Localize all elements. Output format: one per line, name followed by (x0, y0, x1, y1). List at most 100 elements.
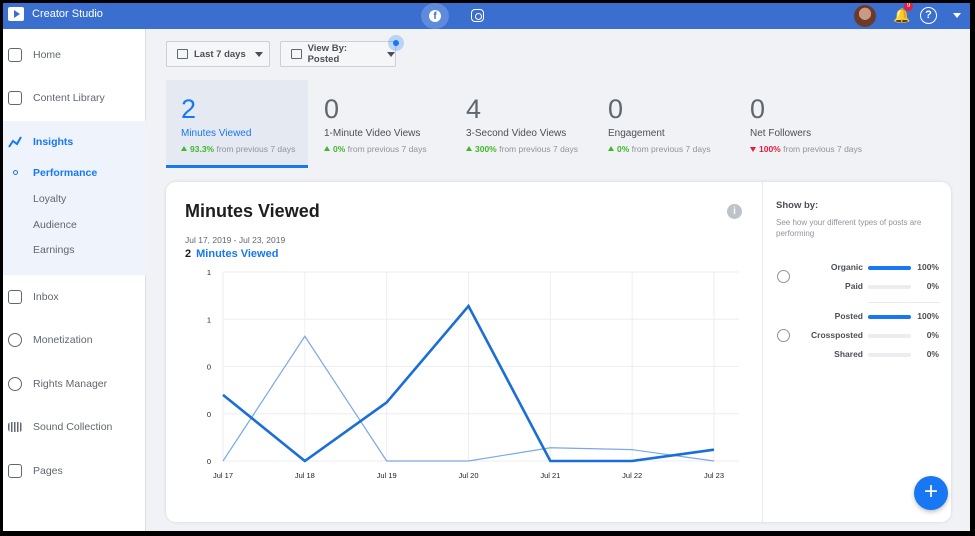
sidebar-subitem-audience[interactable]: Audience (33, 219, 77, 231)
bar-crossposted (868, 334, 911, 338)
app-title: Creator Studio (32, 8, 103, 20)
metric-net-followers[interactable]: 0 Net Followers 100% from previous 7 day… (735, 80, 877, 168)
sidebar-item-label: Inbox (33, 291, 59, 303)
sidebar-item-content-library[interactable]: Content Library (3, 85, 146, 111)
y-tick-label: 1 (207, 268, 211, 277)
row-pct-organic: 100% (917, 262, 939, 272)
metric-value: 4 (466, 94, 482, 124)
insights-icon (8, 136, 22, 148)
brand[interactable]: Creator Studio (8, 7, 103, 21)
metric-value: 0 (324, 94, 340, 124)
sidebar-item-rights-manager[interactable]: Rights Manager (3, 371, 146, 397)
metric-label: 1-Minute Video Views (324, 128, 421, 139)
metric-engagement[interactable]: 0 Engagement 0% from previous 7 days (593, 80, 735, 168)
bar-fill (868, 315, 911, 319)
sidebar-item-sound-collection[interactable]: Sound Collection (3, 414, 146, 440)
metric-label: 3-Second Video Views (466, 128, 567, 139)
sidebar-subitem-performance[interactable]: Performance (33, 167, 97, 179)
x-tick-label: Jul 20 (458, 471, 478, 480)
y-tick-label: 1 (207, 315, 211, 324)
metric-value: 0 (750, 94, 766, 124)
arrow-up-icon (324, 146, 330, 151)
arrow-up-icon (181, 146, 187, 151)
x-tick-label: Jul 22 (622, 471, 642, 480)
row-pct-posted: 100% (917, 311, 939, 321)
metric-change: 0% from previous 7 days (608, 144, 711, 154)
show-by-title: Show by: (776, 200, 819, 211)
sidebar-item-inbox[interactable]: Inbox (3, 284, 146, 310)
create-post-button[interactable]: + (914, 476, 948, 510)
chart-date-range: Jul 17, 2019 - Jul 23, 2019 (185, 235, 286, 245)
sidebar-item-label: Pages (33, 465, 63, 477)
date-range-dropdown[interactable]: Last 7 days (166, 41, 270, 67)
sidebar-item-label: Monetization (33, 334, 93, 346)
sidebar-item-label: Home (33, 49, 62, 61)
chevron-down-icon (387, 51, 395, 57)
facebook-icon: f (429, 10, 441, 22)
info-icon[interactable]: i (727, 204, 742, 219)
notification-badge: 9 (904, 3, 913, 11)
x-tick-label: Jul 19 (377, 471, 397, 480)
top-bar: Creator Studio f 🔔 9 ? (3, 3, 970, 29)
row-pct-paid: 0% (926, 281, 939, 291)
y-tick-label: 0 (207, 363, 211, 372)
account-menu-chevron-down-icon[interactable] (953, 13, 961, 18)
radio-posted-crossposted-shared[interactable] (777, 329, 790, 342)
video-icon (291, 49, 302, 59)
metric-1-minute-video-views[interactable]: 0 1-Minute Video Views 0% from previous … (309, 80, 451, 168)
sidebar-item-label: Insights (33, 136, 74, 148)
row-label-shared: Shared (834, 349, 863, 359)
home-icon (8, 48, 22, 62)
sidebar-item-insights[interactable]: Insights (3, 129, 146, 155)
calendar-icon (177, 49, 188, 59)
chart-card: Minutes Viewed i Jul 17, 2019 - Jul 23, … (166, 182, 951, 522)
show-by-description: See how your different types of posts ar… (776, 218, 922, 238)
metric-3-second-video-views[interactable]: 4 3-Second Video Views 300% from previou… (451, 80, 593, 168)
row-label-organic: Organic (830, 262, 863, 272)
metric-label: Minutes Viewed (181, 128, 252, 139)
row-label-paid: Paid (845, 281, 863, 291)
metric-value: 2 (181, 94, 197, 124)
x-tick-label: Jul 18 (295, 471, 315, 480)
app-window: Creator Studio f 🔔 9 ? Home Content Libr… (3, 3, 970, 531)
sidebar-item-label: Content Library (33, 92, 105, 104)
sidebar-item-monetization[interactable]: Monetization (3, 327, 146, 353)
sidebar-item-home[interactable]: Home (3, 42, 146, 68)
pages-icon (8, 464, 22, 478)
sidebar-item-label: Sound Collection (33, 421, 113, 433)
view-by-value: View By: Posted (307, 43, 348, 65)
x-tick-label: Jul 17 (213, 471, 233, 480)
tour-pulse-indicator[interactable] (388, 35, 404, 51)
metric-change: 93.3% from previous 7 days (181, 144, 295, 154)
view-by-dropdown[interactable]: View By: Posted (280, 41, 396, 67)
bar-fill (868, 266, 911, 270)
sidebar-subitem-earnings[interactable]: Earnings (33, 244, 74, 256)
sidebar-item-pages[interactable]: Pages (3, 458, 146, 484)
show-by-panel: Show by: See how your different types of… (762, 182, 951, 522)
facebook-tab[interactable]: f (421, 3, 449, 29)
line-chart: 11000Jul 17 Jul 18 Jul 19 Jul 20 Jul 21 Jul 2… (207, 268, 739, 480)
metric-label: Net Followers (750, 128, 812, 139)
sidebar-subitem-loyalty[interactable]: Loyalty (33, 193, 66, 205)
avatar[interactable] (854, 5, 876, 27)
copyright-icon (8, 377, 22, 391)
help-icon[interactable]: ? (920, 7, 937, 24)
metric-minutes-viewed[interactable]: 2 Minutes Viewed 93.3% from previous 7 d… (166, 80, 308, 168)
metric-label: Engagement (608, 128, 665, 139)
chevron-down-icon (254, 51, 263, 57)
bar-organic (868, 266, 911, 270)
row-label-crossposted: Crossposted (811, 330, 863, 340)
arrow-up-icon (466, 146, 472, 151)
x-tick-label: Jul 23 (704, 471, 724, 480)
bar-shared (868, 353, 911, 357)
radio-organic-paid[interactable] (777, 270, 790, 283)
metric-change: 100% from previous 7 days (750, 144, 862, 154)
arrow-up-icon (608, 146, 614, 151)
divider (868, 302, 940, 303)
bar-posted (868, 315, 911, 319)
library-icon (8, 91, 22, 105)
dollar-icon (8, 333, 22, 347)
creator-studio-logo-icon (8, 7, 24, 21)
y-tick-label: 0 (207, 410, 211, 419)
instagram-icon[interactable] (471, 9, 484, 22)
